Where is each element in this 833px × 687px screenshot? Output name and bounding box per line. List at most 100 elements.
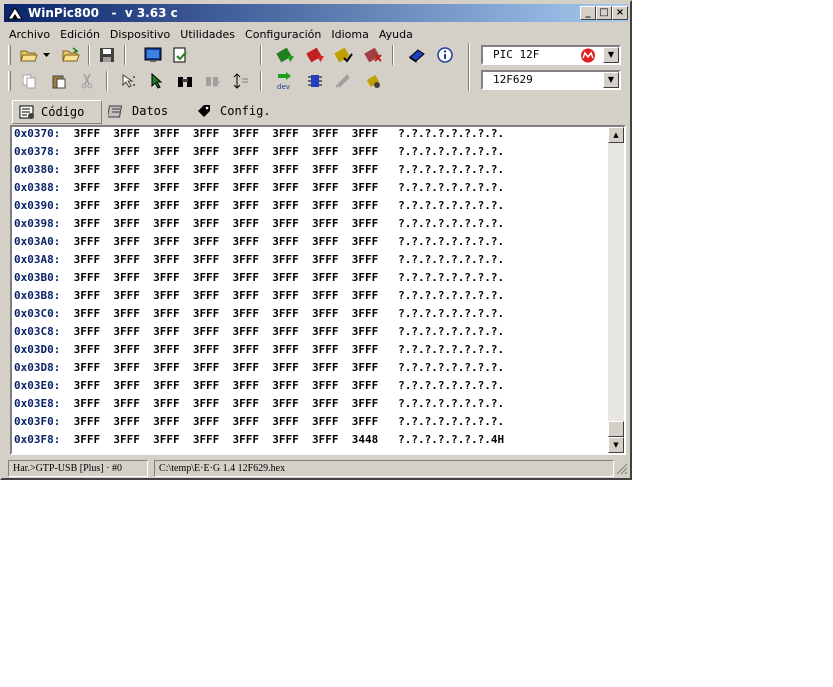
code-row[interactable]: 0x03F0: 3FFF 3FFF 3FFF 3FFF 3FFF 3FFF 3F… [14, 415, 504, 433]
code-row[interactable]: 0x0388: 3FFF 3FFF 3FFF 3FFF 3FFF 3FFF 3F… [14, 181, 504, 199]
code-row[interactable]: 0x03B8: 3FFF 3FFF 3FFF 3FFF 3FFF 3FFF 3F… [14, 289, 504, 307]
binoculars-icon[interactable] [174, 71, 196, 91]
chevron-down-icon[interactable]: ▼ [603, 72, 619, 88]
winpic800-window: WinPic800 - v 3.63 c _ □ × Archivo Edició… [0, 0, 632, 480]
dropdown-arrow-icon[interactable] [40, 45, 52, 65]
device-model-value: 12F629 [493, 73, 533, 86]
device-detect-icon[interactable]: dev [274, 71, 296, 91]
row-words[interactable]: 3FFF 3FFF 3FFF 3FFF 3FFF 3FFF 3FFF 3FFF [74, 343, 379, 356]
menu-bar: Archivo Edición Dispositivo Utilidades Confi… [4, 23, 628, 41]
toolbar-grip[interactable] [8, 71, 11, 91]
code-row[interactable]: 0x03A8: 3FFF 3FFF 3FFF 3FFF 3FFF 3FFF 3F… [14, 253, 504, 271]
device-family-select[interactable]: PIC 12F ▼ [481, 45, 621, 65]
row-words[interactable]: 3FFF 3FFF 3FFF 3FFF 3FFF 3FFF 3FFF 3FFF [74, 397, 379, 410]
hardware-test-icon[interactable] [332, 71, 354, 91]
cut-icon[interactable] [76, 71, 98, 91]
code-row[interactable]: 0x03F8: 3FFF 3FFF 3FFF 3FFF 3FFF 3FFF 3F… [14, 433, 504, 451]
row-words[interactable]: 3FFF 3FFF 3FFF 3FFF 3FFF 3FFF 3FFF 3FFF [74, 181, 379, 194]
maximize-button[interactable]: □ [596, 6, 612, 20]
resize-grip-icon[interactable] [616, 463, 628, 475]
row-words[interactable]: 3FFF 3FFF 3FFF 3FFF 3FFF 3FFF 3FFF 3FFF [74, 271, 379, 284]
row-ascii: ?.?.?.?.?.?.?.?. [398, 343, 505, 356]
row-words[interactable]: 3FFF 3FFF 3FFF 3FFF 3FFF 3FFF 3FFF 3FFF [74, 235, 379, 248]
row-address: 0x03A0: [14, 235, 61, 248]
chip-icon[interactable] [304, 71, 326, 91]
code-row[interactable]: 0x0370: 3FFF 3FFF 3FFF 3FFF 3FFF 3FFF 3F… [14, 127, 504, 145]
scroll-down-button[interactable]: ▼ [608, 437, 624, 453]
code-row[interactable]: 0x03C0: 3FFF 3FFF 3FFF 3FFF 3FFF 3FFF 3F… [14, 307, 504, 325]
row-address: 0x0390: [14, 199, 61, 212]
read-chip-icon[interactable] [274, 45, 296, 65]
erase-chip-icon[interactable] [362, 45, 384, 65]
title-bar[interactable]: WinPic800 - v 3.63 c _ □ × [4, 4, 628, 22]
row-words[interactable]: 3FFF 3FFF 3FFF 3FFF 3FFF 3FFF 3FFF 3FFF [74, 127, 379, 140]
code-row[interactable]: 0x03B0: 3FFF 3FFF 3FFF 3FFF 3FFF 3FFF 3F… [14, 271, 504, 289]
row-words[interactable]: 3FFF 3FFF 3FFF 3FFF 3FFF 3FFF 3FFF 3FFF [74, 289, 379, 302]
row-words[interactable]: 3FFF 3FFF 3FFF 3FFF 3FFF 3FFF 3FFF 3FFF [74, 307, 379, 320]
row-words[interactable]: 3FFF 3FFF 3FFF 3FFF 3FFF 3FFF 3FFF 3FFF [74, 379, 379, 392]
row-ascii: ?.?.?.?.?.?.?.4H [398, 433, 505, 446]
code-row[interactable]: 0x0390: 3FFF 3FFF 3FFF 3FFF 3FFF 3FFF 3F… [14, 199, 504, 217]
menu-dispositivo[interactable]: Dispositivo [105, 25, 175, 41]
menu-idioma[interactable]: Idioma [326, 25, 373, 41]
code-icon [19, 105, 34, 119]
tab-codigo[interactable]: Código [12, 100, 102, 124]
row-words[interactable]: 3FFF 3FFF 3FFF 3FFF 3FFF 3FFF 3FFF 3FFF [74, 361, 379, 374]
book-icon[interactable] [406, 45, 428, 65]
verify-document-icon[interactable] [170, 45, 192, 65]
menu-edicion[interactable]: Edición [55, 25, 105, 41]
toolbar-grip[interactable] [8, 45, 11, 65]
row-words[interactable]: 3FFF 3FFF 3FFF 3FFF 3FFF 3FFF 3FFF 3FFF [74, 325, 379, 338]
tab-config[interactable]: Config. [196, 100, 286, 122]
device-model-select[interactable]: 12F629 ▼ [481, 70, 621, 90]
chevron-down-icon[interactable]: ▼ [603, 47, 619, 63]
row-words[interactable]: 3FFF 3FFF 3FFF 3FFF 3FFF 3FFF 3FFF 3448 [74, 433, 379, 446]
copy-icon[interactable] [18, 71, 40, 91]
vertical-scrollbar[interactable]: ▲ ▼ [608, 127, 624, 453]
code-row[interactable]: 0x03E0: 3FFF 3FFF 3FFF 3FFF 3FFF 3FFF 3F… [14, 379, 504, 397]
menu-utilidades[interactable]: Utilidades [175, 25, 240, 41]
screen-icon[interactable] [142, 45, 164, 65]
row-address: 0x03E8: [14, 397, 61, 410]
close-button[interactable]: × [612, 6, 628, 20]
minimize-button[interactable]: _ [580, 6, 596, 20]
code-row[interactable]: 0x0380: 3FFF 3FFF 3FFF 3FFF 3FFF 3FFF 3F… [14, 163, 504, 181]
replace-icon[interactable] [202, 71, 224, 91]
open-file-icon[interactable] [60, 45, 82, 65]
row-words[interactable]: 3FFF 3FFF 3FFF 3FFF 3FFF 3FFF 3FFF 3FFF [74, 217, 379, 230]
row-address: 0x0378: [14, 145, 61, 158]
tab-datos[interactable]: Datos [108, 100, 188, 122]
code-row[interactable]: 0x03D8: 3FFF 3FFF 3FFF 3FFF 3FFF 3FFF 3F… [14, 361, 504, 379]
settings-chip-icon[interactable] [362, 71, 384, 91]
row-words[interactable]: 3FFF 3FFF 3FFF 3FFF 3FFF 3FFF 3FFF 3FFF [74, 163, 379, 176]
row-address: 0x0380: [14, 163, 61, 176]
open-folder-icon[interactable] [18, 45, 40, 65]
verify-chip-icon[interactable] [332, 45, 354, 65]
row-ascii: ?.?.?.?.?.?.?.?. [398, 253, 505, 266]
row-ascii: ?.?.?.?.?.?.?.?. [398, 145, 505, 158]
menu-ayuda[interactable]: Ayuda [374, 25, 418, 41]
paste-icon[interactable] [48, 71, 70, 91]
goto-line-icon[interactable] [230, 71, 252, 91]
scroll-thumb[interactable] [608, 421, 624, 437]
scroll-up-button[interactable]: ▲ [608, 127, 624, 143]
code-memory-view[interactable]: 0x0370: 3FFF 3FFF 3FFF 3FFF 3FFF 3FFF 3F… [10, 125, 626, 455]
code-row[interactable]: 0x03E8: 3FFF 3FFF 3FFF 3FFF 3FFF 3FFF 3F… [14, 397, 504, 415]
write-chip-icon[interactable] [304, 45, 326, 65]
row-words[interactable]: 3FFF 3FFF 3FFF 3FFF 3FFF 3FFF 3FFF 3FFF [74, 415, 379, 428]
menu-configuracion[interactable]: Configuración [240, 25, 326, 41]
row-address: 0x03E0: [14, 379, 61, 392]
menu-archivo[interactable]: Archivo [4, 25, 55, 41]
save-icon[interactable] [96, 45, 118, 65]
row-words[interactable]: 3FFF 3FFF 3FFF 3FFF 3FFF 3FFF 3FFF 3FFF [74, 253, 379, 266]
code-row[interactable]: 0x0398: 3FFF 3FFF 3FFF 3FFF 3FFF 3FFF 3F… [14, 217, 504, 235]
code-row[interactable]: 0x03A0: 3FFF 3FFF 3FFF 3FFF 3FFF 3FFF 3F… [14, 235, 504, 253]
pointer-icon[interactable] [146, 71, 168, 91]
code-row[interactable]: 0x0378: 3FFF 3FFF 3FFF 3FFF 3FFF 3FFF 3F… [14, 145, 504, 163]
select-dots-icon[interactable] [118, 71, 140, 91]
row-words[interactable]: 3FFF 3FFF 3FFF 3FFF 3FFF 3FFF 3FFF 3FFF [74, 199, 379, 212]
row-words[interactable]: 3FFF 3FFF 3FFF 3FFF 3FFF 3FFF 3FFF 3FFF [74, 145, 379, 158]
code-row[interactable]: 0x03C8: 3FFF 3FFF 3FFF 3FFF 3FFF 3FFF 3F… [14, 325, 504, 343]
code-row[interactable]: 0x03D0: 3FFF 3FFF 3FFF 3FFF 3FFF 3FFF 3F… [14, 343, 504, 361]
info-icon[interactable] [434, 45, 456, 65]
